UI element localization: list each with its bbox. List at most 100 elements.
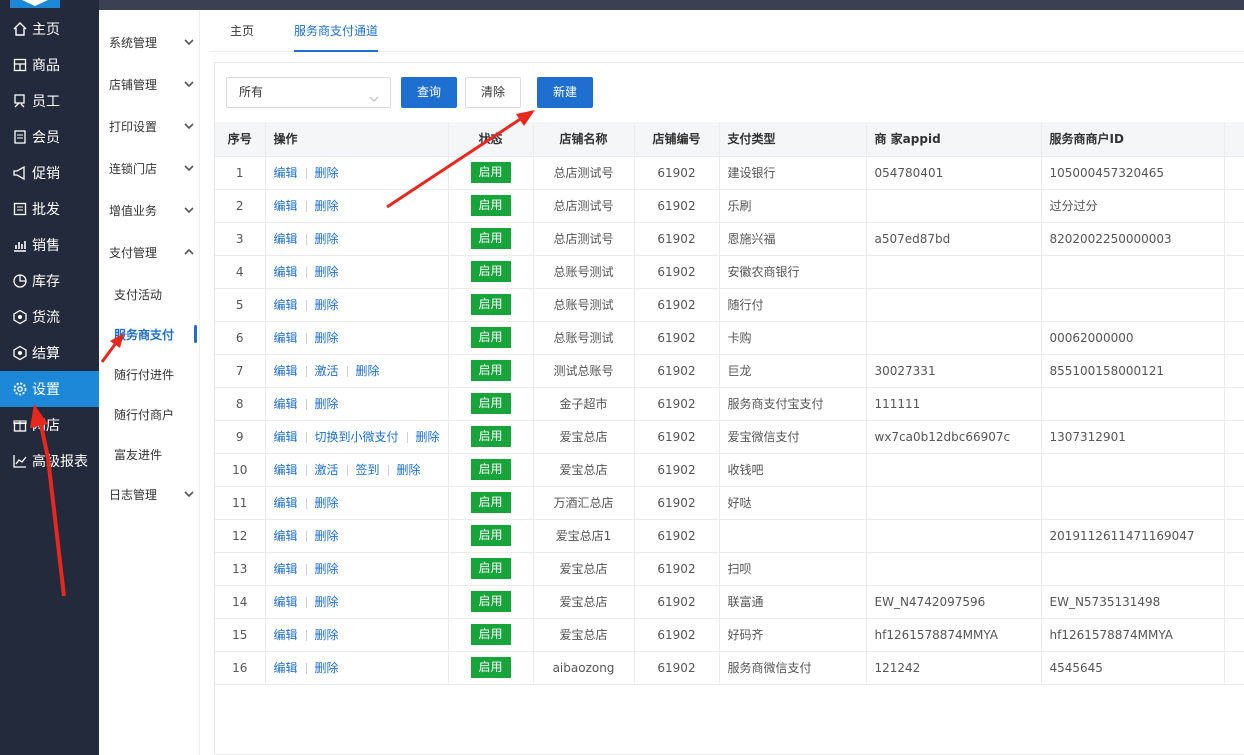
status-badge[interactable]: 启用	[470, 360, 511, 381]
subnav-group-log[interactable]: 日志管理	[99, 474, 200, 514]
row-action-link[interactable]: 编辑	[274, 430, 298, 444]
nav-item-10[interactable]: 设置	[0, 371, 99, 407]
action-separator	[305, 333, 307, 344]
row-action-link[interactable]: 编辑	[274, 397, 298, 411]
nav-item-0[interactable]: 主页	[0, 11, 99, 47]
member-icon	[12, 129, 28, 145]
nav-item-2[interactable]: 员工	[0, 83, 99, 119]
subnav-child-1[interactable]: 服务商支付	[99, 314, 200, 354]
row-action-link[interactable]: 编辑	[274, 232, 298, 246]
row-action-link[interactable]: 删除	[315, 232, 339, 246]
chevron-down-icon	[184, 488, 194, 502]
status-badge[interactable]: 启用	[470, 525, 511, 546]
row-action-link[interactable]: 编辑	[274, 562, 298, 576]
status-badge[interactable]: 启用	[470, 195, 511, 216]
row-action-link[interactable]: 编辑	[274, 199, 298, 213]
table-row: 9 编辑 切换到小微支付 删除 启用 爱宝总店 61902 爱宝微信支付 wx7ca0b12db…	[215, 420, 1244, 454]
row-action-link[interactable]: 编辑	[274, 529, 298, 543]
subnav-group-1[interactable]: 店铺管理	[99, 64, 200, 104]
cell-store-name: 总店测试号	[533, 156, 635, 190]
nav-item-8[interactable]: 货流	[0, 299, 99, 335]
status-badge[interactable]: 启用	[470, 492, 511, 513]
status-badge[interactable]: 启用	[470, 228, 511, 249]
status-badge[interactable]: 启用	[470, 426, 511, 447]
subnav-group-3[interactable]: 连锁门店	[99, 148, 200, 188]
cell-merchant-id: 2019112611471169047	[1041, 519, 1225, 553]
status-badge[interactable]: 启用	[470, 261, 511, 282]
row-action-link[interactable]: 签到	[356, 463, 380, 477]
subnav-child-4[interactable]: 富友进件	[99, 434, 200, 474]
status-badge[interactable]: 启用	[470, 624, 511, 645]
cell-store-code: 61902	[634, 552, 720, 586]
row-action-link[interactable]: 删除	[315, 595, 339, 609]
subnav-group-5[interactable]: 支付管理	[99, 232, 200, 272]
nav-item-5[interactable]: 批发	[0, 191, 99, 227]
table-row: 8 编辑 删除 启用 金子超市 61902 服务商支付宝支付 111111	[215, 387, 1244, 421]
cell-status: 启用	[448, 387, 534, 421]
row-action-link[interactable]: 编辑	[274, 166, 298, 180]
row-action-link[interactable]: 删除	[315, 199, 339, 213]
cell-actions: 编辑 删除	[265, 486, 449, 520]
subnav-group-0[interactable]: 系统管理	[99, 22, 200, 62]
row-action-link[interactable]: 删除	[315, 496, 339, 510]
nav-item-3[interactable]: 会员	[0, 119, 99, 155]
nav-item-11[interactable]: 网店	[0, 407, 99, 443]
nav-item-4[interactable]: 促销	[0, 155, 99, 191]
subnav-child-0[interactable]: 支付活动	[99, 274, 200, 314]
row-action-link[interactable]: 编辑	[274, 364, 298, 378]
row-action-link[interactable]: 删除	[315, 562, 339, 576]
nav-item-12[interactable]: 高级报表	[0, 443, 99, 479]
clear-button[interactable]: 清除	[465, 77, 521, 108]
row-action-link[interactable]: 编辑	[274, 661, 298, 675]
query-button[interactable]: 查询	[401, 77, 457, 108]
row-action-link[interactable]: 删除	[315, 661, 339, 675]
cell-merchant-id: 8202002250000003	[1041, 222, 1225, 256]
row-action-link[interactable]: 删除	[315, 628, 339, 642]
row-action-link[interactable]: 切换到小微支付	[315, 430, 399, 444]
cell-pay-type	[719, 519, 867, 553]
row-action-link[interactable]: 删除	[315, 166, 339, 180]
row-action-link[interactable]: 编辑	[274, 628, 298, 642]
row-action-link[interactable]: 编辑	[274, 331, 298, 345]
row-action-link[interactable]: 删除	[315, 397, 339, 411]
subnav-group-2[interactable]: 打印设置	[99, 106, 200, 146]
status-badge[interactable]: 启用	[470, 459, 511, 480]
subnav-child-2[interactable]: 随行付进件	[99, 354, 200, 394]
nav-item-6[interactable]: 销售	[0, 227, 99, 263]
row-action-link[interactable]: 删除	[315, 529, 339, 543]
status-badge[interactable]: 启用	[470, 327, 511, 348]
row-action-link[interactable]: 激活	[315, 463, 339, 477]
status-filter-select[interactable]: 所有	[226, 77, 391, 108]
status-badge[interactable]: 启用	[470, 657, 511, 678]
nav-item-7[interactable]: 库存	[0, 263, 99, 299]
status-badge[interactable]: 启用	[470, 162, 511, 183]
row-action-link[interactable]: 删除	[416, 430, 440, 444]
action-separator	[305, 168, 307, 179]
row-action-link[interactable]: 编辑	[274, 463, 298, 477]
row-action-link[interactable]: 删除	[315, 331, 339, 345]
status-badge[interactable]: 启用	[470, 558, 511, 579]
row-action-link[interactable]: 激活	[315, 364, 339, 378]
cell-merchant-id	[1041, 552, 1225, 586]
row-action-link[interactable]: 删除	[397, 463, 421, 477]
row-action-link[interactable]: 编辑	[274, 595, 298, 609]
row-action-link[interactable]: 删除	[356, 364, 380, 378]
status-badge[interactable]: 启用	[470, 294, 511, 315]
subnav-group-4[interactable]: 增值业务	[99, 190, 200, 230]
row-action-link[interactable]: 删除	[315, 265, 339, 279]
status-badge[interactable]: 启用	[470, 393, 511, 414]
nav-item-1[interactable]: 商品	[0, 47, 99, 83]
subnav-group-label: 打印设置	[109, 119, 158, 134]
nav-item-9[interactable]: 结算	[0, 335, 99, 371]
create-button[interactable]: 新建	[537, 77, 593, 108]
row-action-link[interactable]: 编辑	[274, 265, 298, 279]
subnav-child-3[interactable]: 随行付商户	[99, 394, 200, 434]
tab-service-provider-payment[interactable]: 服务商支付通道	[294, 10, 379, 52]
tab-home[interactable]: 主页	[230, 10, 254, 52]
status-badge[interactable]: 启用	[470, 591, 511, 612]
table-row: 6 编辑 删除 启用 总账号测试 61902 卡购 00062000000	[215, 321, 1244, 355]
app-logo[interactable]	[10, 0, 60, 8]
row-action-link[interactable]: 编辑	[274, 298, 298, 312]
row-action-link[interactable]: 编辑	[274, 496, 298, 510]
row-action-link[interactable]: 删除	[315, 298, 339, 312]
